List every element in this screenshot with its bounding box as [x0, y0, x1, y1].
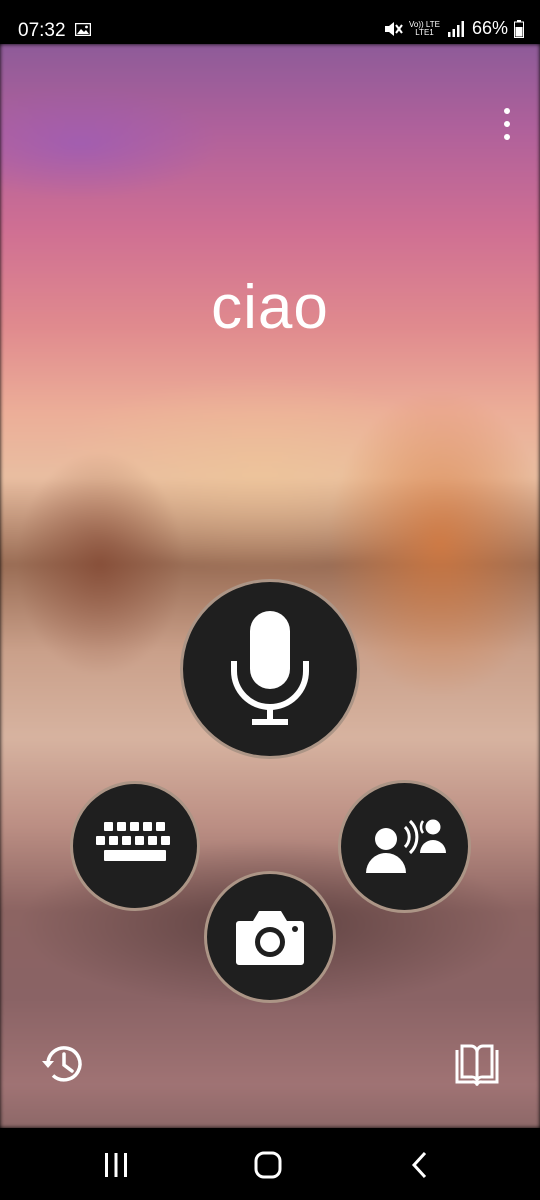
menu-dot — [504, 108, 510, 114]
back-icon — [411, 1151, 427, 1179]
camera-button[interactable] — [204, 871, 336, 1003]
navigation-bar — [0, 1128, 540, 1200]
network-type: Vo)) LTE LTE1 — [409, 20, 440, 37]
signal-icon — [447, 20, 464, 37]
keyboard-button[interactable] — [70, 781, 200, 911]
image-notification-icon — [75, 23, 91, 36]
recent-apps-button[interactable] — [96, 1148, 136, 1182]
back-button[interactable] — [400, 1148, 440, 1182]
recent-apps-icon — [105, 1153, 127, 1177]
menu-dot — [504, 134, 510, 140]
network-label-bottom: LTE1 — [415, 27, 434, 37]
status-bar: 07:32 Vo)) LTE LTE1 66% — [0, 0, 540, 44]
menu-dot — [504, 121, 510, 127]
home-button[interactable] — [248, 1148, 288, 1182]
more-vert-icon[interactable] — [496, 108, 518, 140]
microphone-button[interactable] — [180, 579, 360, 759]
microphone-icon — [231, 611, 309, 725]
camera-icon — [236, 911, 304, 965]
history-icon[interactable] — [40, 1041, 86, 1087]
translated-phrase: ciao — [211, 273, 329, 342]
conversation-icon — [365, 819, 446, 873]
conversation-button[interactable] — [338, 780, 471, 913]
status-time: 07:32 — [18, 20, 66, 41]
battery-percent: 66% — [471, 18, 508, 38]
translator-screen: 07:32 Vo)) LTE LTE1 66% ciao — [0, 0, 540, 1200]
mute-icon — [384, 21, 403, 36]
keyboard-icon — [96, 822, 170, 861]
book-icon[interactable] — [454, 1044, 500, 1086]
status-icons: Vo)) LTE LTE1 66% — [383, 18, 524, 39]
battery-icon — [514, 19, 524, 38]
home-icon — [254, 1151, 282, 1179]
